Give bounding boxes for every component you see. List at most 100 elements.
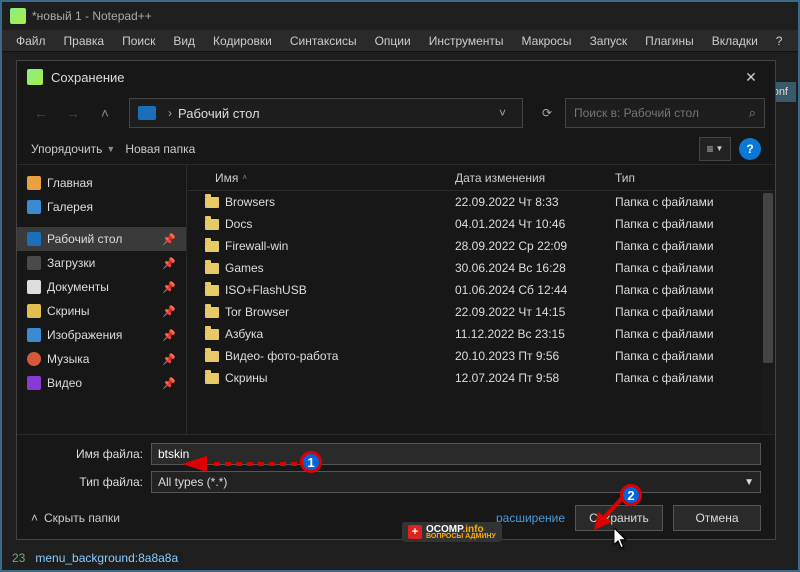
row-name: Видео- фото-работа bbox=[225, 349, 338, 363]
filename-label: Имя файла: bbox=[31, 447, 143, 461]
row-type: Папка с файлами bbox=[607, 195, 775, 209]
watermark-badge: + OCOMP.info ВОПРОСЫ АДМИНУ bbox=[402, 522, 502, 542]
caret-down-icon: ▼ bbox=[106, 144, 115, 154]
search-input[interactable] bbox=[574, 106, 749, 120]
menu-run[interactable]: Запуск bbox=[582, 32, 636, 50]
sidebar-label: Галерея bbox=[47, 200, 93, 214]
sidebar-item[interactable]: Документы📌 bbox=[17, 275, 186, 299]
filetype-label: Тип файла: bbox=[31, 475, 143, 489]
table-row[interactable]: Browsers22.09.2022 Чт 8:33Папка с файлам… bbox=[187, 191, 775, 213]
row-date: 28.09.2022 Ср 22:09 bbox=[447, 239, 607, 253]
folder-icon bbox=[205, 263, 219, 274]
menu-search[interactable]: Поиск bbox=[114, 32, 163, 50]
sidebar-item[interactable]: Загрузки 📌 bbox=[17, 251, 186, 275]
menu-options[interactable]: Опции bbox=[367, 32, 419, 50]
sidebar-item[interactable]: Изображения 📌 bbox=[17, 323, 186, 347]
menu-tools[interactable]: Инструменты bbox=[421, 32, 512, 50]
menu-view[interactable]: Вид bbox=[165, 32, 203, 50]
organize-button[interactable]: Упорядочить ▼ bbox=[31, 142, 115, 156]
new-folder-button[interactable]: Новая папка bbox=[125, 142, 195, 156]
sidebar-icon bbox=[27, 376, 41, 390]
pin-icon: 📌 bbox=[162, 233, 176, 246]
breadcrumb[interactable]: › Рабочий стол ˅ bbox=[129, 98, 523, 128]
nav-row: ← → ˄ › Рабочий стол ˅ ⟳ ⌕ bbox=[17, 93, 775, 133]
back-button[interactable]: ← bbox=[27, 99, 55, 127]
up-button[interactable]: ˄ bbox=[91, 99, 119, 127]
chevron-up-icon: ˄ bbox=[31, 511, 38, 525]
sidebar-item[interactable]: Галерея bbox=[17, 195, 186, 219]
extension-link[interactable]: расширение bbox=[496, 511, 565, 525]
col-name[interactable]: Имя˄ bbox=[187, 171, 447, 185]
refresh-button[interactable]: ⟳ bbox=[533, 99, 561, 127]
row-type: Папка с файлами bbox=[607, 371, 775, 385]
row-name: Docs bbox=[225, 217, 252, 231]
menu-plugins[interactable]: Плагины bbox=[637, 32, 702, 50]
menu-encoding[interactable]: Кодировки bbox=[205, 32, 280, 50]
menu-tabs[interactable]: Вкладки bbox=[704, 32, 766, 50]
desktop-icon bbox=[138, 106, 156, 120]
folder-icon bbox=[205, 197, 219, 208]
row-type: Папка с файлами bbox=[607, 327, 775, 341]
pin-icon: 📌 bbox=[162, 329, 176, 342]
mouse-cursor bbox=[614, 528, 628, 548]
folder-icon bbox=[205, 329, 219, 340]
row-date: 04.01.2024 Чт 10:46 bbox=[447, 217, 607, 231]
sidebar-label: Документы bbox=[47, 280, 109, 294]
row-name: Games bbox=[225, 261, 264, 275]
sidebar-item[interactable]: Главная bbox=[17, 171, 186, 195]
filetype-select[interactable]: All types (*.*) ▼ bbox=[151, 471, 761, 493]
sidebar-item[interactable]: Музыка📌 bbox=[17, 347, 186, 371]
menu-syntax[interactable]: Синтаксисы bbox=[282, 32, 365, 50]
sidebar-icon bbox=[27, 280, 41, 294]
table-row[interactable]: Games30.06.2024 Вс 16:28Папка с файлами bbox=[187, 257, 775, 279]
close-button[interactable]: ✕ bbox=[737, 65, 765, 89]
sidebar-label: Главная bbox=[47, 176, 93, 190]
search-box[interactable]: ⌕ bbox=[565, 98, 765, 128]
breadcrumb-label[interactable]: Рабочий стол bbox=[178, 106, 260, 121]
col-type[interactable]: Тип bbox=[607, 171, 775, 185]
table-row[interactable]: Скрины12.07.2024 Пт 9:58Папка с файлами bbox=[187, 367, 775, 389]
file-list: Имя˄ Дата изменения Тип Browsers22.09.20… bbox=[187, 165, 775, 434]
folder-icon bbox=[205, 351, 219, 362]
table-row[interactable]: Firewall-win28.09.2022 Ср 22:09Папка с ф… bbox=[187, 235, 775, 257]
col-date[interactable]: Дата изменения bbox=[447, 171, 607, 185]
row-date: 30.06.2024 Вс 16:28 bbox=[447, 261, 607, 275]
row-type: Папка с файлами bbox=[607, 283, 775, 297]
line-content: menu_background:8a8a8a bbox=[35, 551, 178, 565]
table-row[interactable]: Видео- фото-работа20.10.2023 Пт 9:56Папк… bbox=[187, 345, 775, 367]
plus-icon: + bbox=[408, 525, 422, 539]
line-number: 23 bbox=[12, 551, 25, 565]
menu-file[interactable]: Файл bbox=[8, 32, 54, 50]
chevron-down-icon[interactable]: ˅ bbox=[491, 106, 514, 120]
row-date: 20.10.2023 Пт 9:56 bbox=[447, 349, 607, 363]
app-icon bbox=[10, 8, 26, 24]
help-button[interactable]: ? bbox=[739, 138, 761, 160]
menu-macros[interactable]: Макросы bbox=[514, 32, 580, 50]
sidebar-item[interactable]: Рабочий стол📌 bbox=[17, 227, 186, 251]
row-name: Tor Browser bbox=[225, 305, 289, 319]
view-mode-button[interactable]: ≡ ▼ bbox=[699, 137, 731, 161]
sidebar-icon bbox=[27, 304, 41, 318]
sidebar-label: Загрузки bbox=[47, 256, 95, 270]
dialog-icon bbox=[27, 69, 43, 85]
hide-folders-toggle[interactable]: ˄ Скрыть папки bbox=[31, 511, 120, 525]
search-icon[interactable]: ⌕ bbox=[749, 105, 756, 121]
forward-button[interactable]: → bbox=[59, 99, 87, 127]
row-date: 11.12.2022 Вс 23:15 bbox=[447, 327, 607, 341]
scrollbar-thumb[interactable] bbox=[763, 193, 773, 363]
table-row[interactable]: ISO+FlashUSB01.06.2024 Сб 12:44Папка с ф… bbox=[187, 279, 775, 301]
table-row[interactable]: Docs04.01.2024 Чт 10:46Папка с файлами bbox=[187, 213, 775, 235]
pin-icon: 📌 bbox=[162, 257, 176, 270]
menu-edit[interactable]: Правка bbox=[56, 32, 113, 50]
folder-icon bbox=[205, 285, 219, 296]
sidebar-item[interactable]: Видео📌 bbox=[17, 371, 186, 395]
cancel-button[interactable]: Отмена bbox=[673, 505, 761, 531]
annotation-2: 2 bbox=[620, 484, 642, 506]
sidebar-label: Изображения bbox=[47, 328, 122, 342]
sidebar-item[interactable]: Скрины📌 bbox=[17, 299, 186, 323]
app-title: *новый 1 - Notepad++ bbox=[32, 9, 152, 23]
table-row[interactable]: Tor Browser22.09.2022 Чт 14:15Папка с фа… bbox=[187, 301, 775, 323]
table-row[interactable]: Азбука11.12.2022 Вс 23:15Папка с файлами bbox=[187, 323, 775, 345]
scrollbar[interactable] bbox=[761, 191, 775, 434]
menu-help[interactable]: ? bbox=[768, 32, 791, 50]
